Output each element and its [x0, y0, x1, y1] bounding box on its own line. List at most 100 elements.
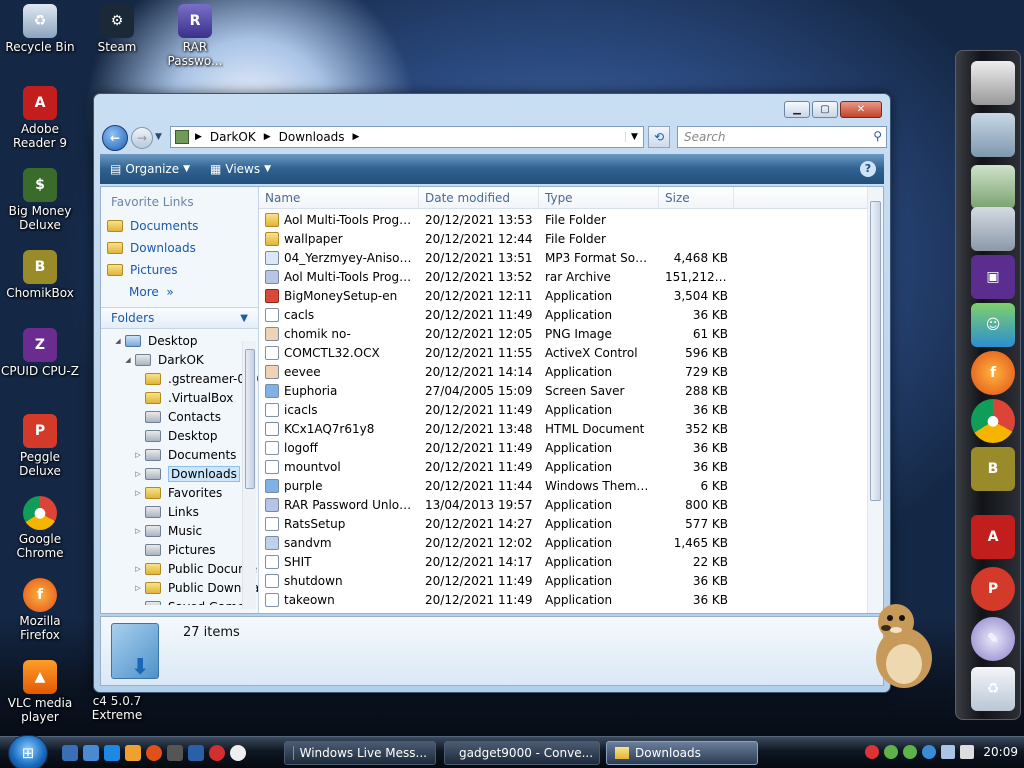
- column-header-date[interactable]: Date modified: [419, 187, 539, 208]
- messenger-tray-icon[interactable]: [884, 745, 899, 759]
- tree-scrollbar[interactable]: [242, 341, 256, 609]
- desktop-icon-big-money[interactable]: $ Big Money Deluxe: [0, 168, 80, 232]
- tree-node[interactable]: ◢ DarkOK: [101, 350, 258, 369]
- help-icon[interactable]: ?: [860, 161, 876, 177]
- tree-node[interactable]: Desktop: [101, 426, 258, 445]
- desktop-icon-peggle[interactable]: P Peggle Deluxe: [0, 414, 80, 478]
- column-header-name[interactable]: Name: [259, 187, 419, 208]
- volume-icon[interactable]: [960, 745, 975, 759]
- expanded-triangle-icon[interactable]: ◢: [113, 337, 123, 345]
- folder-green-icon[interactable]: [971, 165, 1015, 209]
- tree-node[interactable]: Contacts: [101, 407, 258, 426]
- folders-toggle[interactable]: Folders ▼: [101, 307, 258, 329]
- file-row[interactable]: shutdown 20/12/2021 11:49 Application 36 KB: [259, 571, 883, 590]
- task-gadget9000[interactable]: gadget9000 - Conve...: [444, 741, 600, 765]
- tree-node[interactable]: Saved Games: [101, 597, 258, 605]
- desktop-icon-chrome[interactable]: ● Google Chrome: [0, 496, 80, 560]
- yandex-quick-icon[interactable]: [230, 745, 246, 761]
- collapsed-triangle-icon[interactable]: ▷: [133, 527, 143, 535]
- maximize-button[interactable]: ▢: [812, 101, 838, 118]
- expanded-triangle-icon[interactable]: ◢: [123, 356, 133, 364]
- tree-node[interactable]: ▷ Documents: [101, 445, 258, 464]
- file-row[interactable]: Euphoria 27/04/2005 15:09 Screen Saver 288 …: [259, 381, 883, 400]
- desktop-icon-c4-extreme[interactable]: c4 5.0.7 Extreme: [77, 694, 157, 722]
- paint-dock-icon[interactable]: ✎: [971, 617, 1015, 661]
- opera-quick-icon[interactable]: [209, 745, 225, 761]
- tree-node[interactable]: .VirtualBox: [101, 388, 258, 407]
- chrome-dock-icon[interactable]: ●: [971, 399, 1015, 443]
- desktop-icon-rar-password[interactable]: R RAR Passwo...: [155, 4, 235, 68]
- favorite-link-documents[interactable]: Documents: [101, 215, 258, 237]
- computer-icon[interactable]: [971, 61, 1015, 105]
- file-row[interactable]: purple 20/12/2021 11:44 Windows Theme ... 6…: [259, 476, 883, 495]
- search-input[interactable]: Search ⚲: [677, 126, 887, 148]
- breadcrumb-downloads[interactable]: Downloads: [279, 130, 345, 144]
- collapsed-triangle-icon[interactable]: ▷: [133, 565, 143, 573]
- column-header-size[interactable]: Size: [659, 187, 734, 208]
- file-row[interactable]: RAR Password Unlocker 13/04/2013 19:57 App…: [259, 495, 883, 514]
- folder-docs-icon[interactable]: [971, 207, 1015, 251]
- desktop-icon-firefox[interactable]: f Mozilla Firefox: [0, 578, 80, 642]
- organize-button[interactable]: ▤ Organize ▼: [100, 162, 200, 176]
- adobe-dock-icon[interactable]: A: [971, 515, 1015, 559]
- tree-node[interactable]: ▷Public Downloads: [101, 578, 258, 597]
- collapsed-triangle-icon[interactable]: ▷: [133, 451, 143, 459]
- tree-node[interactable]: .gstreamer-0.10: [101, 369, 258, 388]
- file-row[interactable]: COMCTL32.OCX 20/12/2021 11:55 ActiveX Cont…: [259, 343, 883, 362]
- recycle-bin-dock-icon[interactable]: ♻: [971, 667, 1015, 711]
- file-row[interactable]: BigMoneySetup-en 20/12/2021 12:11 Applicat…: [259, 286, 883, 305]
- back-button[interactable]: ←: [102, 125, 128, 151]
- firefox-dock-icon[interactable]: f: [971, 351, 1015, 395]
- chomikbox-dock-icon[interactable]: B: [971, 447, 1015, 491]
- file-row[interactable]: wallpaper 20/12/2021 12:44 File Folder: [259, 229, 883, 248]
- security-alert-icon[interactable]: [865, 745, 880, 759]
- gadget-tray-icon[interactable]: [903, 745, 918, 759]
- collapsed-triangle-icon[interactable]: ▷: [133, 584, 143, 592]
- switch-windows-icon[interactable]: [83, 745, 99, 761]
- start-button[interactable]: ⊞: [8, 735, 48, 768]
- desktop-icon-cpuz[interactable]: Z CPUID CPU-Z: [0, 328, 80, 378]
- desktop-icon-chomikbox[interactable]: B ChomikBox: [0, 250, 80, 300]
- desktop-icon-vlc[interactable]: ▲ VLC media player: [0, 660, 80, 724]
- file-row[interactable]: Aol Multi-Tools Progra... 20/12/2021 13:5…: [259, 267, 883, 286]
- views-button[interactable]: ▦ Views ▼: [200, 162, 281, 176]
- tree-node[interactable]: ▷ Music: [101, 521, 258, 540]
- desktop-icon-adobe-reader[interactable]: A Adobe Reader 9: [0, 86, 80, 150]
- favorite-link-downloads[interactable]: Downloads: [101, 237, 258, 259]
- messenger-icon[interactable]: ☺: [971, 303, 1015, 347]
- more-links-button[interactable]: More »: [101, 281, 258, 303]
- file-row[interactable]: sandvm 20/12/2021 12:02 Application 1,465 K…: [259, 533, 883, 552]
- address-dropdown-icon[interactable]: ▼: [625, 132, 643, 142]
- network-icon[interactable]: [941, 745, 956, 759]
- history-dropdown-icon[interactable]: ▼: [155, 132, 162, 142]
- refresh-button[interactable]: ⟲: [648, 126, 670, 148]
- virtualbox-quick-icon[interactable]: [188, 745, 204, 761]
- tree-node[interactable]: ◢ Desktop: [101, 331, 258, 350]
- file-list-scrollbar[interactable]: [867, 187, 883, 613]
- address-bar[interactable]: ▶ DarkOK ▶ Downloads ▶ ▼: [170, 126, 644, 148]
- folder-icon[interactable]: [971, 113, 1015, 157]
- file-row[interactable]: 04_Yerzmyey-Anisotro... 20/12/2021 13:51 M…: [259, 248, 883, 267]
- peggle-dock-icon[interactable]: P: [971, 567, 1015, 611]
- desktop-icon-steam[interactable]: ⚙ Steam: [77, 4, 157, 54]
- tree-node[interactable]: ▷ Downloads: [101, 464, 258, 483]
- show-desktop-icon[interactable]: [62, 745, 78, 761]
- tree-node[interactable]: Links: [101, 502, 258, 521]
- cpu-icon[interactable]: ▣: [971, 255, 1015, 299]
- file-row[interactable]: Aol Multi-Tools Progra... 20/12/2021 13:5…: [259, 210, 883, 229]
- media-player-icon[interactable]: [125, 745, 141, 761]
- file-row[interactable]: takeown 20/12/2021 11:49 Application 36 KB: [259, 590, 883, 609]
- steam-quick-icon[interactable]: [167, 745, 183, 761]
- info-tray-icon[interactable]: [922, 745, 937, 759]
- file-row[interactable]: SHIT 20/12/2021 14:17 Application 22 KB: [259, 552, 883, 571]
- file-row[interactable]: chomik no- 20/12/2021 12:05 PNG Image 61 KB: [259, 324, 883, 343]
- tree-scroll-thumb[interactable]: [245, 349, 255, 489]
- breadcrumb-darkok[interactable]: DarkOK: [210, 130, 256, 144]
- task-downloads[interactable]: Downloads: [606, 741, 758, 765]
- clock[interactable]: 20:09: [983, 745, 1018, 759]
- firefox-quick-icon[interactable]: [146, 745, 162, 761]
- forward-button[interactable]: →: [131, 127, 153, 149]
- tree-node[interactable]: Pictures: [101, 540, 258, 559]
- file-row[interactable]: eevee 20/12/2021 14:14 Application 729 KB: [259, 362, 883, 381]
- file-row[interactable]: mountvol 20/12/2021 11:49 Application 36 KB: [259, 457, 883, 476]
